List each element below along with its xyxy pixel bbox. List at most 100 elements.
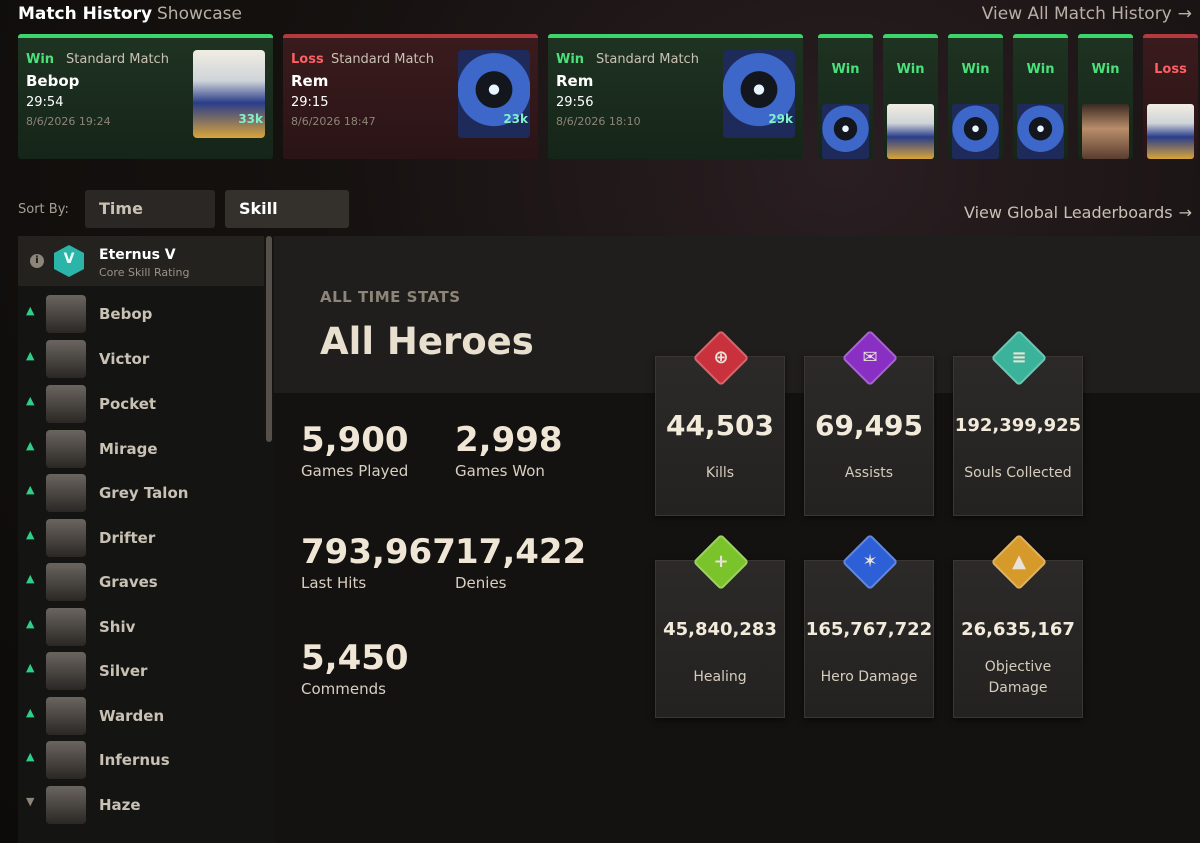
- stat-games-won: 2,998 Games Won: [455, 420, 563, 480]
- hero-sidebar: i V Eternus V Core Skill Rating ▲ Bebop …: [18, 236, 274, 843]
- hero-list-item[interactable]: ▲ Silver: [18, 649, 264, 693]
- tab-match-history[interactable]: Match History: [18, 4, 152, 24]
- hero-list-item[interactable]: ▲ Bebop: [18, 292, 264, 336]
- hero-name: Silver: [99, 662, 148, 680]
- match-hero: Bebop: [26, 72, 80, 90]
- tile-label: Assists: [844, 465, 894, 481]
- chevron-up-icon: ▲: [26, 528, 35, 541]
- match-souls: 29k: [768, 112, 793, 126]
- match-card[interactable]: Loss Standard Match Rem 29:15 8/6/2026 1…: [283, 34, 538, 159]
- match-souls: 33k: [238, 112, 263, 126]
- hero-list-item[interactable]: ▲ Mirage: [18, 427, 264, 471]
- match-result: Win: [556, 52, 585, 67]
- skill-rating-row[interactable]: i V Eternus V Core Skill Rating: [18, 236, 264, 286]
- mini-match-card[interactable]: Win: [818, 34, 873, 159]
- mini-match-card[interactable]: Win: [1013, 34, 1068, 159]
- hero-avatar: [46, 786, 86, 824]
- hero-list-item[interactable]: ▲ Infernus: [18, 738, 264, 782]
- match-type: Standard Match: [596, 52, 699, 67]
- hero-name: Grey Talon: [99, 484, 189, 502]
- tile-label: Kills: [705, 465, 735, 481]
- mini-match-card[interactable]: Loss: [1143, 34, 1198, 159]
- stat-value: 5,450: [301, 638, 409, 678]
- hero-list-item[interactable]: ▲ Grey Talon: [18, 471, 264, 515]
- hero-avatar: [46, 608, 86, 646]
- hero-list-item[interactable]: ▲ Graves: [18, 560, 264, 604]
- hero-name: Victor: [99, 350, 150, 368]
- top-nav: Match History Showcase View All Match Hi…: [0, 0, 1200, 30]
- match-date: 8/6/2026 19:24: [26, 115, 111, 128]
- hero-avatar: [46, 697, 86, 735]
- match-souls: 23k: [503, 112, 528, 126]
- stat-games-played: 5,900 Games Played: [301, 420, 409, 480]
- rank-numeral: V: [63, 251, 75, 267]
- match-result: Win: [961, 62, 990, 77]
- hero-avatar: [46, 563, 86, 601]
- match-card[interactable]: Win Standard Match Rem 29:56 8/6/2026 18…: [548, 34, 803, 159]
- rank-badge-icon: V: [48, 242, 90, 280]
- hero-list-item[interactable]: ▲ Drifter: [18, 516, 264, 560]
- match-result: Loss: [291, 52, 324, 67]
- chevron-up-icon: ▲: [26, 483, 35, 496]
- match-result: Win: [896, 62, 925, 77]
- view-all-match-history-link[interactable]: View All Match History →: [982, 4, 1192, 24]
- match-result: Win: [26, 52, 55, 67]
- match-hero: Rem: [556, 72, 594, 90]
- hero-list-item[interactable]: ▲ Warden: [18, 694, 264, 738]
- sort-by-label: Sort By:: [18, 202, 69, 217]
- mini-match-card[interactable]: Win: [948, 34, 1003, 159]
- tile-label: Souls Collected: [964, 465, 1072, 481]
- hero-portrait: [1082, 104, 1129, 159]
- chevron-up-icon: ▲: [26, 706, 35, 719]
- sort-time-played-button[interactable]: Time Played: [85, 190, 215, 256]
- arrow-right-icon: →: [1177, 4, 1192, 24]
- hero-name: Infernus: [99, 751, 170, 769]
- match-result: Win: [831, 62, 860, 77]
- mini-match-card[interactable]: Win: [1078, 34, 1133, 159]
- mini-match-card[interactable]: Win: [883, 34, 938, 159]
- info-icon[interactable]: i: [30, 254, 44, 268]
- stat-commends: 5,450 Commends: [301, 638, 409, 698]
- hero-name: Graves: [99, 573, 158, 591]
- hero-portrait-rem: [822, 104, 869, 159]
- chevron-up-icon: ▲: [26, 661, 35, 674]
- hero-avatar: [46, 652, 86, 690]
- hero-name: Haze: [99, 796, 141, 814]
- match-type: Standard Match: [331, 52, 434, 67]
- match-card[interactable]: Win Standard Match Bebop 29:54 8/6/2026 …: [18, 34, 273, 159]
- tile-label: Hero Damage: [820, 669, 918, 685]
- tile-value: 26,635,167: [961, 619, 1075, 640]
- hero-list-item[interactable]: ▲ Pocket: [18, 382, 264, 426]
- hero-portrait-rem: [1017, 104, 1064, 159]
- match-result: Win: [1026, 62, 1055, 77]
- view-global-leaderboards-link[interactable]: View Global Leaderboards →: [964, 203, 1192, 222]
- hero-name: Drifter: [99, 529, 156, 547]
- tile-label: Objective Damage: [984, 659, 1052, 696]
- view-all-label: View All Match History: [981, 4, 1172, 24]
- stat-label: Games Played: [301, 462, 409, 480]
- stat-value: 5,900: [301, 420, 409, 460]
- hero-portrait-bebop: [1147, 104, 1194, 159]
- stat-label: Commends: [301, 680, 386, 698]
- hero-avatar: [46, 474, 86, 512]
- match-hero: Rem: [291, 72, 329, 90]
- sidebar-scrollbar[interactable]: [266, 236, 272, 442]
- chevron-up-icon: ▲: [26, 572, 35, 585]
- stats-panel: ALL TIME STATS All Heroes 5,900 Games Pl…: [274, 236, 1200, 843]
- match-result: Loss: [1154, 62, 1187, 77]
- chevron-up-icon: ▲: [26, 304, 35, 317]
- sort-skill-rating-button[interactable]: Skill Rating: [225, 190, 349, 256]
- arrow-right-icon: →: [1178, 203, 1192, 222]
- hero-name: Shiv: [99, 618, 136, 636]
- chevron-up-icon: ▲: [26, 394, 35, 407]
- chevron-down-icon: ▼: [26, 795, 35, 808]
- hero-list-item[interactable]: ▼ Haze: [18, 783, 264, 827]
- tile-value: 44,503: [665, 409, 775, 442]
- tab-showcase[interactable]: Showcase: [157, 4, 242, 24]
- tile-value: 45,840,283: [663, 619, 777, 640]
- chevron-up-icon: ▲: [26, 617, 35, 630]
- hero-list-item[interactable]: ▲ Victor: [18, 337, 264, 381]
- hero-list-item[interactable]: ▲ Shiv: [18, 605, 264, 649]
- hero-name: Bebop: [99, 305, 153, 323]
- page-title: All Heroes: [320, 320, 534, 363]
